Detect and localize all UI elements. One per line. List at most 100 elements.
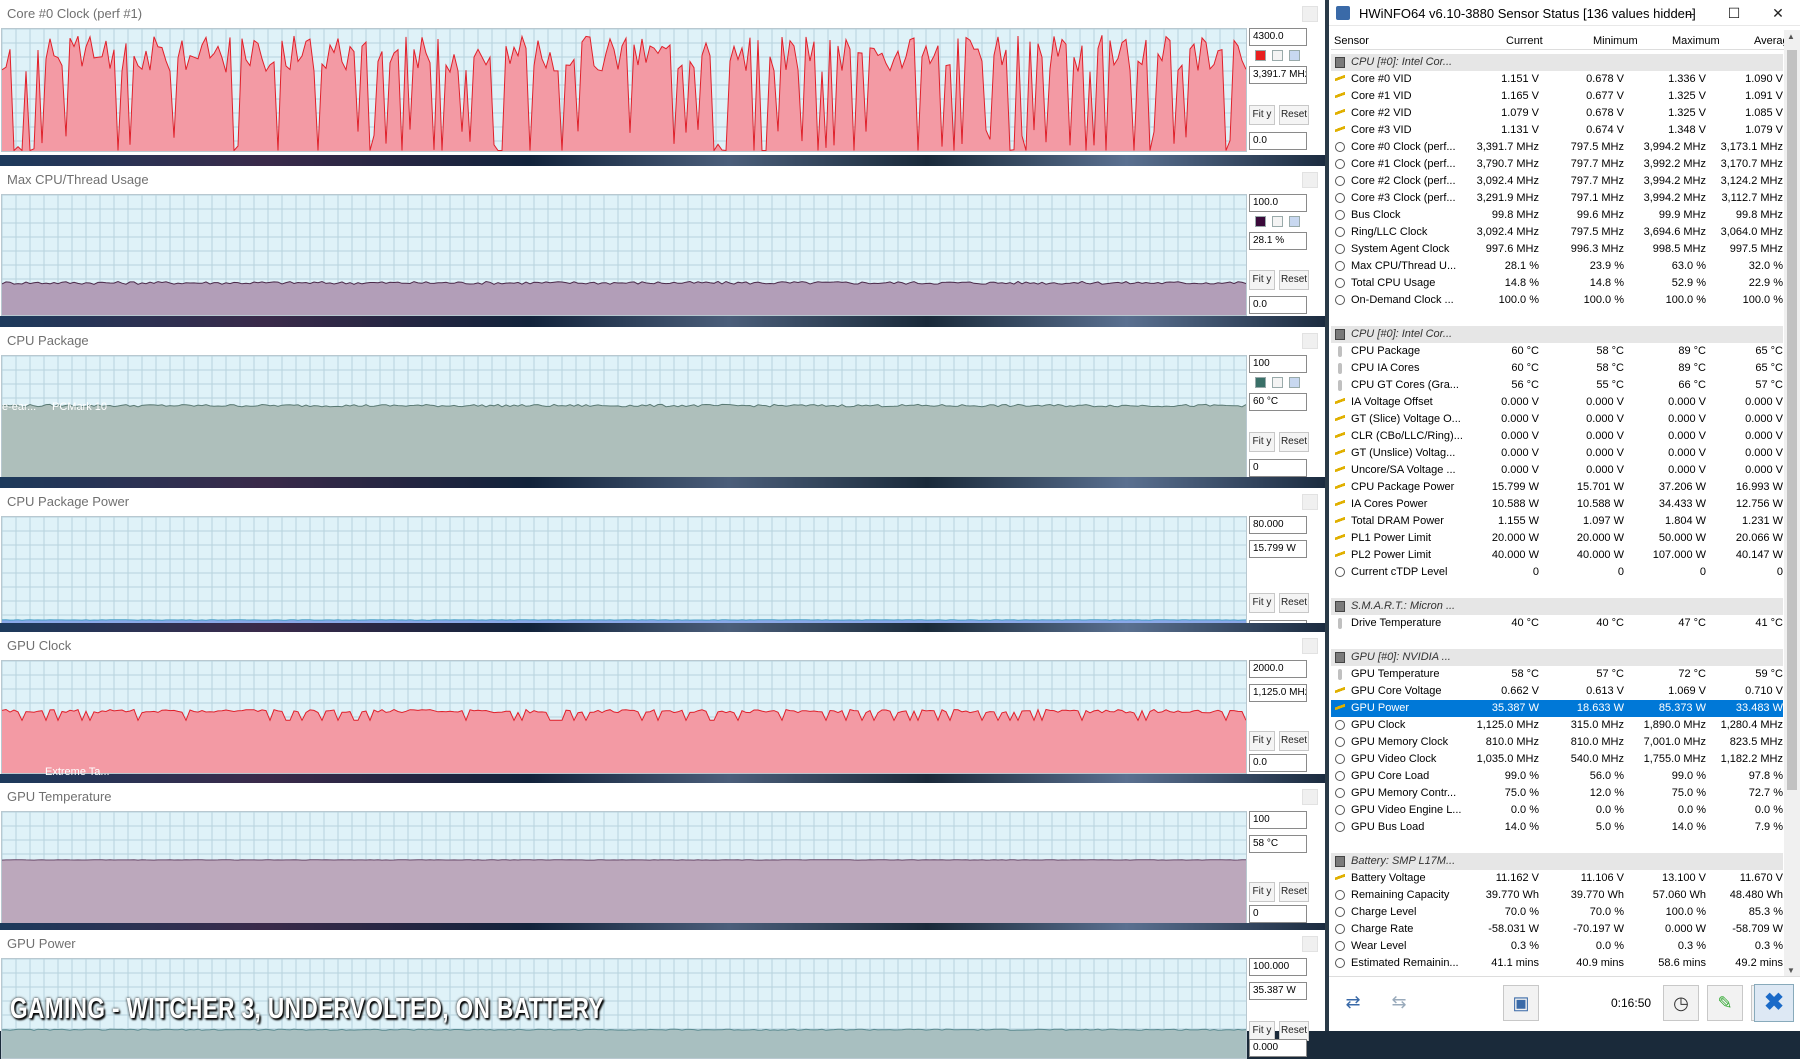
col-maximum[interactable]: Maximum <box>1672 35 1720 47</box>
graph-min-value[interactable]: 0.0 <box>1249 132 1307 150</box>
graph-max-value[interactable]: 100.0 <box>1249 194 1307 212</box>
graph-close-icon[interactable] <box>1302 638 1318 654</box>
sensor-row[interactable]: GT (Unslice) Voltag...0.000 V0.000 V0.00… <box>1331 445 1783 462</box>
sensor-row[interactable]: Charge Rate-58.031 W-70.197 W0.000 W-58.… <box>1331 921 1783 938</box>
col-sensor[interactable]: Sensor <box>1334 35 1369 47</box>
expand-arrows-icon[interactable]: ⇄ <box>1333 985 1373 1021</box>
sensor-row[interactable]: PL2 Power Limit40.000 W40.000 W107.000 W… <box>1331 547 1783 564</box>
sensor-row[interactable]: System Agent Clock997.6 MHz996.3 MHz998.… <box>1331 241 1783 258</box>
bg-color-swatch[interactable] <box>1289 377 1300 388</box>
line-color-swatch[interactable] <box>1255 216 1266 227</box>
sensor-row[interactable]: Battery Voltage11.162 V11.106 V13.100 V1… <box>1331 870 1783 887</box>
sensor-row[interactable]: GPU Bus Load14.0 %5.0 %14.0 %7.9 % <box>1331 819 1783 836</box>
sensor-group-header[interactable]: GPU [#0]: NVIDIA ... <box>1331 649 1783 666</box>
sensor-row[interactable]: Wear Level0.3 %0.0 %0.3 %0.3 % <box>1331 938 1783 955</box>
sensor-row[interactable]: CPU Package60 °C58 °C89 °C65 °C <box>1331 343 1783 360</box>
sensor-row[interactable]: GPU Core Load99.0 %56.0 %99.0 %97.8 % <box>1331 768 1783 785</box>
add-report-icon[interactable]: ✎ <box>1707 985 1743 1021</box>
bg-color-swatch[interactable] <box>1289 216 1300 227</box>
fit-y-button[interactable]: Fit y <box>1249 882 1275 902</box>
fill-color-swatch[interactable] <box>1272 50 1283 61</box>
reset-button[interactable]: Reset <box>1279 432 1309 452</box>
sensor-row[interactable]: CPU IA Cores60 °C58 °C89 °C65 °C <box>1331 360 1783 377</box>
sensor-row[interactable]: Drive Temperature40 °C40 °C47 °C41 °C <box>1331 615 1783 632</box>
sensor-row[interactable]: GPU Temperature58 °C57 °C72 °C59 °C <box>1331 666 1783 683</box>
sensor-row[interactable]: Core #2 VID1.079 V0.678 V1.325 V1.085 V <box>1331 105 1783 122</box>
sensor-row[interactable]: Current cTDP Level0000 <box>1331 564 1783 581</box>
graph-max-value[interactable]: 2000.0 <box>1249 660 1307 678</box>
vertical-scrollbar[interactable]: ▲ ▼ <box>1784 30 1800 986</box>
graph-min-value[interactable]: 0.0 <box>1249 754 1307 772</box>
sensor-row[interactable]: Total CPU Usage14.8 %14.8 %52.9 %22.9 % <box>1331 275 1783 292</box>
fit-y-button[interactable]: Fit y <box>1249 432 1275 452</box>
line-color-swatch[interactable] <box>1255 50 1266 61</box>
scroll-up-icon[interactable]: ▲ <box>1787 32 1795 41</box>
collapse-arrows-icon[interactable]: ⇆ <box>1379 985 1419 1021</box>
sensor-row[interactable]: Core #3 VID1.131 V0.674 V1.348 V1.079 V <box>1331 122 1783 139</box>
sensor-row[interactable]: On-Demand Clock ...100.0 %100.0 %100.0 %… <box>1331 292 1783 309</box>
sensor-row[interactable]: CPU Package Power15.799 W15.701 W37.206 … <box>1331 479 1783 496</box>
graph-min-value[interactable]: 0 <box>1249 459 1307 477</box>
reset-button[interactable]: Reset <box>1279 105 1309 125</box>
graph-close-icon[interactable] <box>1302 333 1318 349</box>
sensor-row[interactable]: Core #1 Clock (perf...3,790.7 MHz797.7 M… <box>1331 156 1783 173</box>
sensor-row[interactable]: IA Voltage Offset0.000 V0.000 V0.000 V0.… <box>1331 394 1783 411</box>
graph-max-value[interactable]: 80.000 <box>1249 516 1307 534</box>
sensor-row[interactable]: GPU Video Engine L...0.0 %0.0 %0.0 %0.0 … <box>1331 802 1783 819</box>
graph-min-value[interactable]: 0.000 <box>1249 1039 1307 1057</box>
sensor-row[interactable]: Core #2 Clock (perf...3,092.4 MHz797.7 M… <box>1331 173 1783 190</box>
sensor-row[interactable]: Total DRAM Power1.155 W1.097 W1.804 W1.2… <box>1331 513 1783 530</box>
sensor-row[interactable]: Core #3 Clock (perf...3,291.9 MHz797.1 M… <box>1331 190 1783 207</box>
sensor-row[interactable]: GPU Core Voltage0.662 V0.613 V1.069 V0.7… <box>1331 683 1783 700</box>
graph-max-value[interactable]: 100 <box>1249 811 1307 829</box>
sensor-row[interactable]: Estimated Remainin...41.1 mins40.9 mins5… <box>1331 955 1783 972</box>
graph-close-icon[interactable] <box>1302 494 1318 510</box>
sensor-row[interactable]: GPU Memory Contr...75.0 %12.0 %75.0 %72.… <box>1331 785 1783 802</box>
sensor-row[interactable]: GPU Video Clock1,035.0 MHz540.0 MHz1,755… <box>1331 751 1783 768</box>
bg-color-swatch[interactable] <box>1289 50 1300 61</box>
reset-button[interactable]: Reset <box>1279 270 1309 290</box>
fit-y-button[interactable]: Fit y <box>1249 731 1275 751</box>
graph-max-value[interactable]: 100.000 <box>1249 958 1307 976</box>
sensor-row[interactable]: Bus Clock99.8 MHz99.6 MHz99.9 MHz99.8 MH… <box>1331 207 1783 224</box>
sensor-row[interactable]: Remaining Capacity39.770 Wh39.770 Wh57.0… <box>1331 887 1783 904</box>
graph-close-icon[interactable] <box>1302 789 1318 805</box>
sensor-row[interactable]: CLR (CBo/LLC/Ring)...0.000 V0.000 V0.000… <box>1331 428 1783 445</box>
col-minimum[interactable]: Minimum <box>1593 35 1638 47</box>
sensor-row[interactable]: GPU Clock1,125.0 MHz315.0 MHz1,890.0 MHz… <box>1331 717 1783 734</box>
sensor-row[interactable]: Core #0 VID1.151 V0.678 V1.336 V1.090 V <box>1331 71 1783 88</box>
close-icon[interactable]: ✕ <box>1756 0 1800 26</box>
sensor-row[interactable]: CPU GT Cores (Gra...56 °C55 °C66 °C57 °C <box>1331 377 1783 394</box>
reset-button[interactable]: Reset <box>1279 882 1309 902</box>
sensor-group-header[interactable]: Battery: SMP L17M... <box>1331 853 1783 870</box>
sensor-group-header[interactable]: CPU [#0]: Intel Cor... <box>1331 326 1783 343</box>
graph-max-value[interactable]: 4300.0 <box>1249 28 1307 46</box>
clock-icon[interactable]: ◷ <box>1663 985 1699 1021</box>
fit-y-button[interactable]: Fit y <box>1249 1021 1275 1041</box>
sensor-row[interactable]: IA Cores Power10.588 W10.588 W34.433 W12… <box>1331 496 1783 513</box>
sensor-row[interactable]: GPU Power35.387 W18.633 W85.373 W33.483 … <box>1331 700 1783 717</box>
fit-y-button[interactable]: Fit y <box>1249 270 1275 290</box>
sensor-row[interactable]: Ring/LLC Clock3,092.4 MHz797.5 MHz3,694.… <box>1331 224 1783 241</box>
fit-y-button[interactable]: Fit y <box>1249 593 1275 613</box>
scroll-down-icon[interactable]: ▼ <box>1787 966 1795 975</box>
fill-color-swatch[interactable] <box>1272 377 1283 388</box>
sensor-group-header[interactable]: CPU [#0]: Intel Cor... <box>1331 54 1783 71</box>
fill-color-swatch[interactable] <box>1272 216 1283 227</box>
sensor-row[interactable]: PL1 Power Limit20.000 W20.000 W50.000 W2… <box>1331 530 1783 547</box>
sensor-row[interactable]: GT (Slice) Voltage O...0.000 V0.000 V0.0… <box>1331 411 1783 428</box>
graph-min-value[interactable]: 0.0 <box>1249 296 1307 314</box>
graph-close-icon[interactable] <box>1302 6 1318 22</box>
graph-min-value[interactable]: 0 <box>1249 905 1307 923</box>
sensor-row[interactable]: Core #0 Clock (perf...3,391.7 MHz797.5 M… <box>1331 139 1783 156</box>
minimize-icon[interactable]: – <box>1668 0 1712 26</box>
sensor-row[interactable]: Max CPU/Thread U...28.1 %23.9 %63.0 %32.… <box>1331 258 1783 275</box>
exit-x-icon[interactable]: ✖ <box>1754 984 1794 1022</box>
sensor-row[interactable]: Charge Level70.0 %70.0 %100.0 %85.3 % <box>1331 904 1783 921</box>
reset-button[interactable]: Reset <box>1279 731 1309 751</box>
maximize-icon[interactable]: ☐ <box>1712 0 1756 26</box>
col-current[interactable]: Current <box>1506 35 1543 47</box>
sensor-row[interactable]: Core #1 VID1.165 V0.677 V1.325 V1.091 V <box>1331 88 1783 105</box>
reset-button[interactable]: Reset <box>1279 1021 1309 1041</box>
line-color-swatch[interactable] <box>1255 377 1266 388</box>
